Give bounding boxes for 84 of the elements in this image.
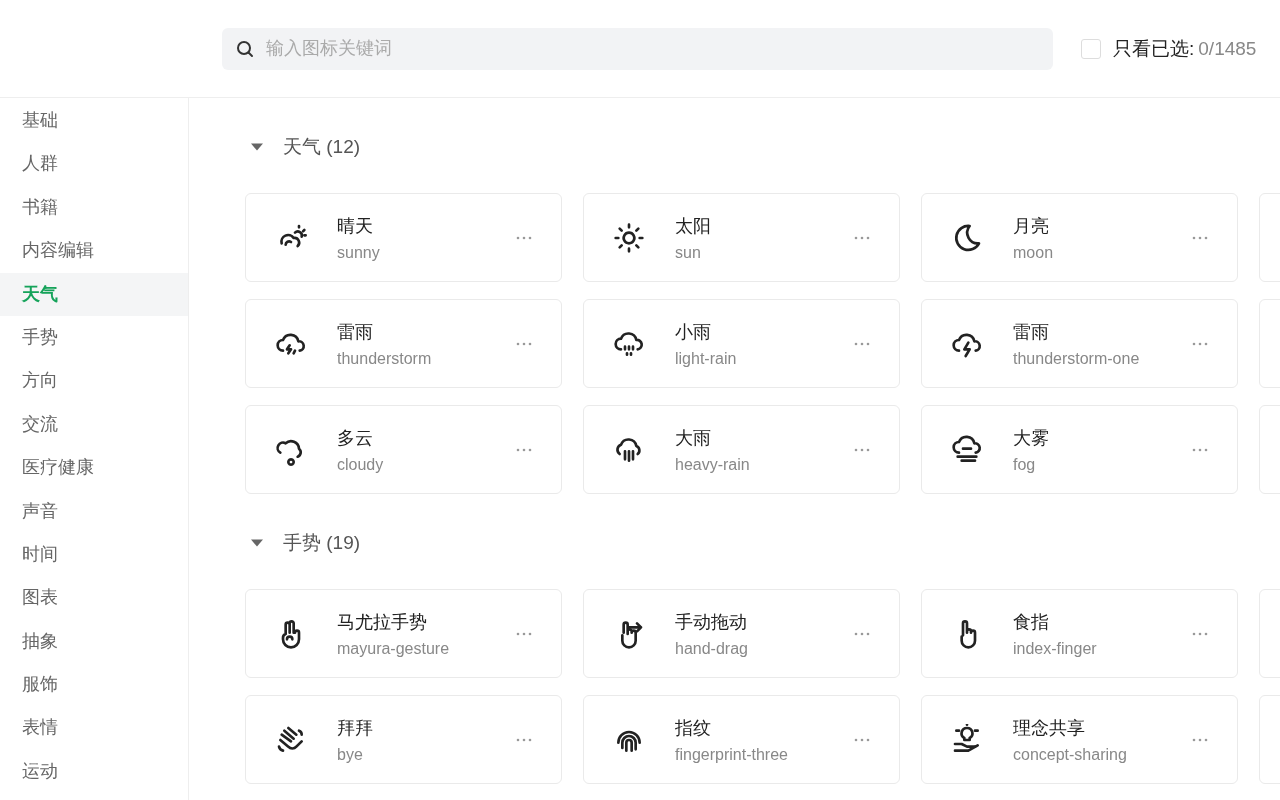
sidebar-item[interactable]: 医疗健康	[0, 446, 188, 490]
icon-name: sunny	[337, 243, 381, 262]
icon-title: 太阳	[675, 214, 712, 238]
sidebar-item[interactable]: 交流	[0, 402, 188, 447]
sidebar-item[interactable]: 运动	[0, 749, 188, 794]
filter-label: 只看已选:	[1113, 36, 1195, 61]
icon-title: 雷雨	[1013, 320, 1050, 344]
icon-card[interactable]: 月亮 moon	[921, 193, 1238, 282]
more-icon[interactable]	[854, 235, 870, 240]
icon-title: 马尤拉手势	[337, 610, 428, 634]
caret-icon[interactable]	[251, 143, 263, 151]
section-title: 天气 (12)	[283, 135, 361, 159]
more-icon[interactable]	[516, 737, 532, 742]
icon-title: 月亮	[1013, 214, 1050, 238]
sidebar-item[interactable]: 书籍	[0, 185, 188, 230]
more-icon[interactable]	[854, 447, 870, 452]
more-icon[interactable]	[854, 341, 870, 346]
icon-title: 指纹	[675, 716, 712, 740]
more-icon[interactable]	[516, 341, 532, 346]
icon-card[interactable]: 大雾 fog	[921, 405, 1238, 494]
icon-name: fingerprint-three	[675, 745, 789, 764]
more-icon[interactable]	[1192, 447, 1208, 452]
sidebar-item[interactable]: 人群	[0, 142, 188, 186]
icon-card[interactable]: 手动拖动 hand-drag	[583, 589, 900, 678]
icon-title: 食指	[1013, 610, 1050, 634]
icon-card[interactable]: 雷雨 thunderstorm-one	[921, 299, 1238, 388]
checkbox[interactable]	[1081, 38, 1101, 59]
icon-title: 手动拖动	[675, 610, 748, 634]
caret-icon[interactable]	[251, 539, 263, 547]
icon-name: thunderstorm-one	[1013, 349, 1141, 368]
icon-title: 大雾	[1013, 426, 1050, 450]
icon-card[interactable]: 食指 index-finger	[921, 589, 1238, 678]
selected-count: 0/1485	[1198, 37, 1257, 60]
sidebar-item[interactable]: 图表	[0, 576, 188, 620]
more-icon[interactable]	[1192, 737, 1208, 742]
icon-card[interactable]: 指纹 fingerprint-three	[583, 695, 900, 784]
search-field[interactable]: 输入图标关键词	[222, 27, 1053, 70]
icon-card[interactable]: 理念共享 concept-sharing	[921, 695, 1238, 784]
section-title: 手势 (19)	[283, 531, 361, 555]
sidebar-item[interactable]: 声音	[0, 489, 188, 533]
icon-name: cloudy	[337, 455, 385, 474]
icon-name: mayura-gesture	[337, 639, 451, 658]
icon-name: sun	[675, 243, 702, 262]
icon-title: 小雨	[675, 320, 712, 344]
sidebar-item[interactable]: 手势	[0, 315, 188, 360]
sidebar-item[interactable]: 抽象	[0, 619, 188, 664]
icon-name: fog	[1013, 455, 1037, 474]
more-icon[interactable]	[1192, 341, 1208, 346]
sidebar-item[interactable]: 内容编辑	[0, 229, 188, 273]
icon-card[interactable]: 晴天 sunny	[245, 193, 562, 282]
icon-name: light-rain	[675, 349, 738, 368]
icon-name: thunderstorm	[337, 349, 433, 368]
more-icon[interactable]	[516, 235, 532, 240]
icon-card[interactable]: 拜拜 bye	[245, 695, 562, 784]
icon-card[interactable]: 大雨 heavy-rain	[583, 405, 900, 494]
icon-card[interactable]: 太阳 sun	[583, 193, 900, 282]
sidebar-item[interactable]: 基础	[0, 99, 188, 143]
icon-title: 雷雨	[337, 320, 374, 344]
sun-icon	[613, 221, 645, 254]
icon-card[interactable]: 雷雨 thunderstorm	[245, 299, 562, 388]
icon-title: 理念共享	[1013, 716, 1086, 740]
sidebar-item[interactable]: 表情	[0, 706, 188, 750]
icon-card[interactable]: 多云 cloudy	[245, 405, 562, 494]
more-icon[interactable]	[854, 737, 870, 742]
icon-name: bye	[337, 745, 364, 764]
icon-title: 大雨	[675, 426, 712, 450]
more-icon[interactable]	[516, 447, 532, 452]
sidebar-item[interactable]: 时间	[0, 532, 188, 577]
more-icon[interactable]	[1192, 631, 1208, 636]
icon-title: 拜拜	[337, 716, 374, 740]
sidebar-item[interactable]: 方向	[0, 359, 188, 403]
icon-card[interactable]: 马尤拉手势 mayura-gesture	[245, 589, 562, 678]
icon-name: hand-drag	[675, 639, 749, 658]
icon-name: moon	[1013, 243, 1055, 262]
more-icon[interactable]	[854, 631, 870, 636]
icon-name: concept-sharing	[1013, 745, 1128, 764]
icon-title: 多云	[337, 426, 374, 450]
sidebar-item[interactable]: 服饰	[0, 663, 188, 707]
icon-name: heavy-rain	[675, 455, 751, 474]
more-icon[interactable]	[516, 631, 532, 636]
icon-name: index-finger	[1013, 639, 1098, 658]
icon-title: 晴天	[337, 214, 374, 238]
icon-card[interactable]: 小雨 light-rain	[583, 299, 900, 388]
more-icon[interactable]	[1192, 235, 1208, 240]
